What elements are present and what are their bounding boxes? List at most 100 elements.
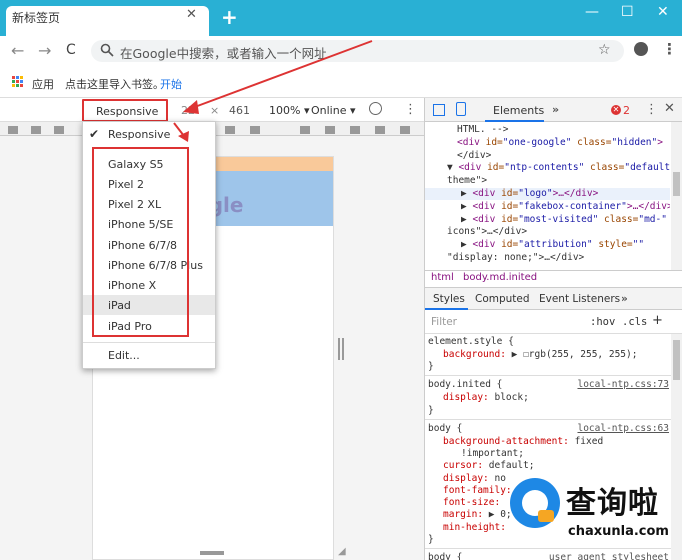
styles-scroll-thumb[interactable] xyxy=(673,340,680,380)
ruler-segment xyxy=(300,126,310,134)
dom-attr-name: style= xyxy=(592,239,633,251)
dom-tag-end: >…</div> xyxy=(626,200,670,212)
tab-styles[interactable]: Styles xyxy=(425,288,468,310)
breadcrumb-html[interactable]: html xyxy=(431,272,454,283)
dom-attr-value: "ntp-contents" xyxy=(504,162,585,174)
dom-attr-name: class= xyxy=(571,136,612,148)
error-count[interactable]: 2 xyxy=(623,104,630,117)
menu-item-edit[interactable]: Edit... xyxy=(108,349,140,362)
device-select[interactable]: Responsive ▾ xyxy=(82,99,168,131)
ruler-segment xyxy=(8,126,18,134)
dom-text: </div> xyxy=(457,149,492,161)
rule-selector: element.style { xyxy=(428,336,514,347)
rule-selector: body.inited { xyxy=(428,379,503,391)
resize-handle-right[interactable] xyxy=(338,338,344,360)
reload-button[interactable]: C xyxy=(66,42,76,58)
styles-filter-input[interactable]: Filter xyxy=(431,316,457,328)
browser-menu-icon[interactable]: ⋮ xyxy=(662,40,677,58)
dom-text: ▶ xyxy=(461,200,473,212)
dom-tree[interactable]: HTML. --> <div id="one-google" class="hid… xyxy=(425,122,670,270)
rule-source-link[interactable]: local-ntp.css:73 xyxy=(577,379,669,391)
rule-source-link[interactable]: local-ntp.css:63 xyxy=(577,423,669,435)
property-name: background-attachment: xyxy=(443,435,575,447)
device-toggle-icon[interactable] xyxy=(456,102,466,116)
dom-line: ▶ <div id="logo">…</div> xyxy=(461,188,598,200)
ruler-segment xyxy=(225,126,235,134)
minimize-button[interactable]: — xyxy=(585,4,599,20)
tab-computed[interactable]: Computed xyxy=(475,293,530,305)
rule-close: } xyxy=(428,404,434,416)
property-value: block; xyxy=(494,392,529,404)
error-icon[interactable]: ✕ xyxy=(611,105,621,115)
devtools-menu-icon[interactable]: ⋮ xyxy=(645,102,658,117)
rule-divider xyxy=(425,418,671,420)
menu-item-responsive[interactable]: Responsive xyxy=(108,128,170,141)
hov-toggle[interactable]: :hov xyxy=(590,316,615,328)
account-icon[interactable] xyxy=(634,42,648,56)
apps-label[interactable]: 应用 xyxy=(32,76,54,92)
dom-attr-name: class= xyxy=(598,213,639,225)
style-property: font-size: xyxy=(443,497,500,509)
zoom-select[interactable]: 100% ▾ xyxy=(269,104,309,117)
dom-text: "display: none;">…</div> xyxy=(447,252,585,263)
forward-button[interactable]: → xyxy=(38,41,51,60)
times-sign: × xyxy=(210,104,220,117)
device-more-icon[interactable]: ⋮ xyxy=(404,102,417,117)
tab-title: 新标签页 xyxy=(12,11,61,25)
dom-line: ▶ <div id="fakebox-container">…</div> xyxy=(461,201,670,213)
styles-more-tabs-icon[interactable]: » xyxy=(621,293,628,305)
tab-event-listeners[interactable]: Event Listeners xyxy=(539,293,620,305)
style-property: font-family: xyxy=(443,485,512,497)
dom-line: ▼ <div id="ntp-contents" class="default-… xyxy=(447,162,670,174)
style-property: min-height: xyxy=(443,522,506,534)
ruler-segment xyxy=(375,126,385,134)
dom-scrollbar[interactable] xyxy=(671,122,682,272)
dom-tag: <div xyxy=(472,188,496,199)
close-window-button[interactable]: ✕ xyxy=(657,4,669,20)
dom-tag: <div xyxy=(472,213,496,225)
new-tab-button[interactable]: + xyxy=(221,7,238,27)
style-property: margin: ▶ 0; xyxy=(443,509,512,521)
bookmark-star-icon[interactable]: ☆ xyxy=(598,42,611,58)
tab-close-icon[interactable]: ✕ xyxy=(186,7,197,22)
watermark-logo-accent xyxy=(538,510,554,522)
tab-elements-label: Elements xyxy=(493,104,545,117)
more-tabs-icon[interactable]: » xyxy=(552,103,559,116)
rule-source-link[interactable]: user agent stylesheet xyxy=(549,552,669,560)
breadcrumb-body[interactable]: body.md.inited xyxy=(463,272,537,283)
property-name: cursor: xyxy=(443,460,489,472)
dom-attr-value: "most-visited" xyxy=(518,213,599,225)
back-button[interactable]: ← xyxy=(11,41,24,60)
dom-scroll-thumb[interactable] xyxy=(673,172,680,196)
dom-attr-value: "logo" xyxy=(518,188,553,199)
width-input[interactable]: 22 xyxy=(181,104,195,117)
maximize-button[interactable]: ☐ xyxy=(621,4,634,20)
start-link[interactable]: 开始 xyxy=(160,76,182,92)
ruler-segment xyxy=(325,126,335,134)
dom-attr-value: "default-" xyxy=(624,162,670,174)
apps-icon[interactable] xyxy=(12,76,24,88)
style-property: cursor: default; xyxy=(443,460,535,472)
rotate-icon[interactable] xyxy=(369,102,382,115)
new-rule-button[interactable]: + xyxy=(652,313,663,328)
dom-attr-name: id= xyxy=(479,136,503,148)
property-name: background: xyxy=(443,349,512,360)
cls-toggle[interactable]: .cls xyxy=(622,316,647,328)
inspect-element-icon[interactable] xyxy=(433,104,445,116)
check-icon: ✔ xyxy=(89,127,100,141)
resize-handle-corner[interactable]: ◢ xyxy=(338,546,346,557)
dom-tag: <div xyxy=(458,162,482,174)
dom-attr-name: class= xyxy=(584,162,625,174)
style-property: display: no xyxy=(443,473,506,485)
dom-attr-value: "md-" xyxy=(638,213,667,225)
rule-divider xyxy=(425,375,671,377)
devtools-close-icon[interactable]: ✕ xyxy=(664,101,675,116)
dom-attr-name: id= xyxy=(495,213,519,225)
network-throttle-select[interactable]: Online ▾ xyxy=(311,104,356,117)
height-input[interactable]: 461 xyxy=(229,104,250,117)
tab-elements[interactable]: Elements xyxy=(485,98,544,122)
resize-handle-bottom[interactable] xyxy=(200,551,224,555)
property-value: !important; xyxy=(461,447,524,459)
dom-text: ▶ xyxy=(461,188,473,199)
property-value: default; xyxy=(488,460,535,472)
